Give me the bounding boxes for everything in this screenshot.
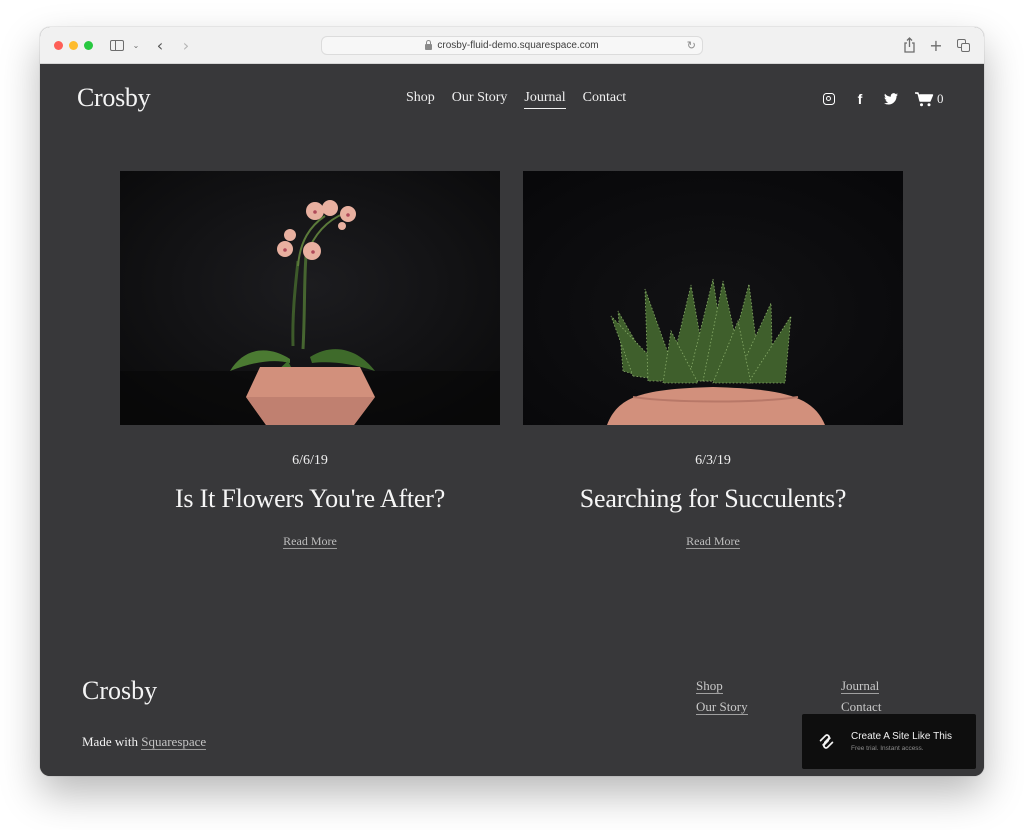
new-tab-button[interactable]: + — [929, 36, 943, 55]
url-text: crosby-fluid-demo.squarespace.com — [437, 40, 599, 51]
minimize-window-button[interactable] — [69, 41, 78, 50]
post-image-succulent[interactable] — [523, 171, 903, 425]
zoom-window-button[interactable] — [84, 41, 93, 50]
post-image-orchid[interactable] — [120, 171, 500, 425]
forward-button[interactable]: › — [180, 36, 192, 55]
sidebar-icon[interactable] — [109, 36, 125, 54]
squarespace-link[interactable]: Squarespace — [141, 734, 207, 750]
facebook-icon[interactable]: f — [853, 91, 867, 107]
badge-subtitle: Free trial. Instant access. — [851, 745, 924, 752]
post-title[interactable]: Searching for Succulents? — [523, 484, 903, 514]
post-title[interactable]: Is It Flowers You're After? — [120, 484, 500, 514]
share-icon[interactable] — [902, 36, 916, 54]
nav-journal[interactable]: Journal — [524, 90, 566, 109]
reload-icon[interactable]: ↻ — [687, 39, 696, 52]
cart-button[interactable]: 0 — [915, 91, 944, 107]
cart-icon — [915, 91, 934, 106]
footer-logo[interactable]: Crosby — [82, 676, 157, 706]
footer-link-our-story[interactable]: Our Story — [696, 699, 748, 715]
blog-post: 6/6/19 Is It Flowers You're After? Read … — [120, 171, 500, 550]
nav-shop[interactable]: Shop — [406, 90, 435, 109]
tabs-overview-icon[interactable] — [956, 36, 972, 54]
footer-link-journal[interactable]: Journal — [841, 678, 880, 694]
main-nav: Shop Our Story Journal Contact — [406, 90, 626, 109]
social-links: f 0 — [822, 91, 944, 107]
site-logo[interactable]: Crosby — [77, 83, 151, 113]
post-date: 6/6/19 — [292, 453, 328, 468]
address-bar[interactable]: crosby-fluid-demo.squarespace.com ↻ — [321, 36, 703, 55]
footer-link-contact[interactable]: Contact — [841, 699, 881, 714]
read-more-link[interactable]: Read More — [283, 535, 337, 549]
nav-contact[interactable]: Contact — [583, 90, 627, 109]
journal-posts: 6/6/19 Is It Flowers You're After? Read … — [120, 171, 904, 550]
squarespace-logo-icon — [819, 734, 834, 749]
footer-nav-col1: Shop Our Story — [696, 678, 748, 715]
read-more-link[interactable]: Read More — [686, 535, 740, 549]
lock-icon — [425, 39, 433, 50]
chevron-down-icon[interactable]: ⌄ — [131, 36, 141, 54]
made-with-label: Made with — [82, 734, 138, 749]
badge-title: Create A Site Like This — [851, 731, 952, 742]
browser-window: ⌄ ‹ › crosby-fluid-demo.squarespace.com … — [40, 27, 984, 776]
footer-link-shop[interactable]: Shop — [696, 678, 723, 694]
post-date: 6/3/19 — [695, 453, 731, 468]
made-with-text: Made with Squarespace — [82, 734, 207, 750]
footer-nav-col2: Journal Contact — [841, 678, 881, 715]
close-window-button[interactable] — [54, 41, 63, 50]
create-site-badge[interactable]: Create A Site Like This Free trial. Inst… — [802, 714, 976, 769]
instagram-icon[interactable] — [822, 92, 836, 106]
twitter-icon[interactable] — [884, 92, 898, 106]
blog-post: 6/3/19 Searching for Succulents? Read Mo… — [523, 171, 903, 550]
browser-toolbar: ⌄ ‹ › crosby-fluid-demo.squarespace.com … — [40, 27, 984, 64]
website: Crosby Shop Our Story Journal Contact f … — [40, 65, 984, 776]
back-button[interactable]: ‹ — [154, 36, 166, 55]
nav-our-story[interactable]: Our Story — [452, 90, 508, 109]
cart-count: 0 — [937, 91, 944, 106]
